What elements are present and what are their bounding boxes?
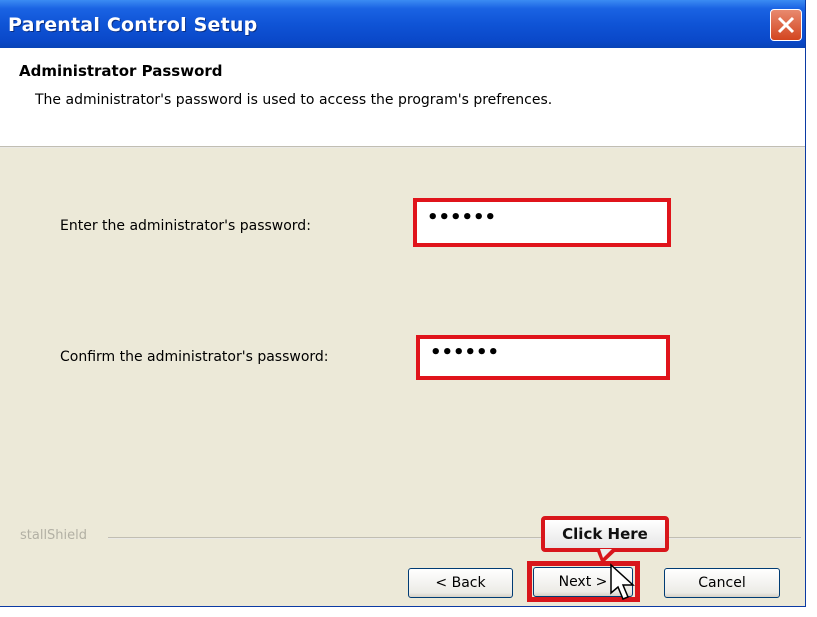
header-divider [0, 146, 805, 148]
click-here-callout: Click Here [541, 516, 669, 552]
window-title: Parental Control Setup [8, 14, 258, 36]
close-button[interactable] [770, 9, 802, 41]
confirm-password-field[interactable]: •••••• [416, 335, 670, 380]
close-icon [777, 16, 795, 34]
password-label: Enter the administrator's password: [60, 218, 311, 234]
installshield-brand: stallShield [20, 528, 88, 543]
password-value: •••••• [427, 207, 497, 228]
cancel-button[interactable]: Cancel [664, 568, 780, 598]
setup-dialog: Parental Control Setup Administrator Pas… [0, 0, 806, 607]
page-title: Administrator Password [19, 62, 223, 80]
header-panel: Administrator Password The administrator… [0, 48, 805, 146]
back-button[interactable]: < Back [408, 568, 513, 598]
title-bar[interactable]: Parental Control Setup [0, 0, 805, 48]
page-description: The administrator's password is used to … [35, 92, 553, 108]
confirm-password-value: •••••• [430, 342, 500, 363]
footer-divider [108, 537, 801, 539]
confirm-password-label: Confirm the administrator's password: [60, 349, 329, 365]
mouse-cursor-icon [610, 563, 635, 600]
password-field[interactable]: •••••• [413, 198, 671, 247]
